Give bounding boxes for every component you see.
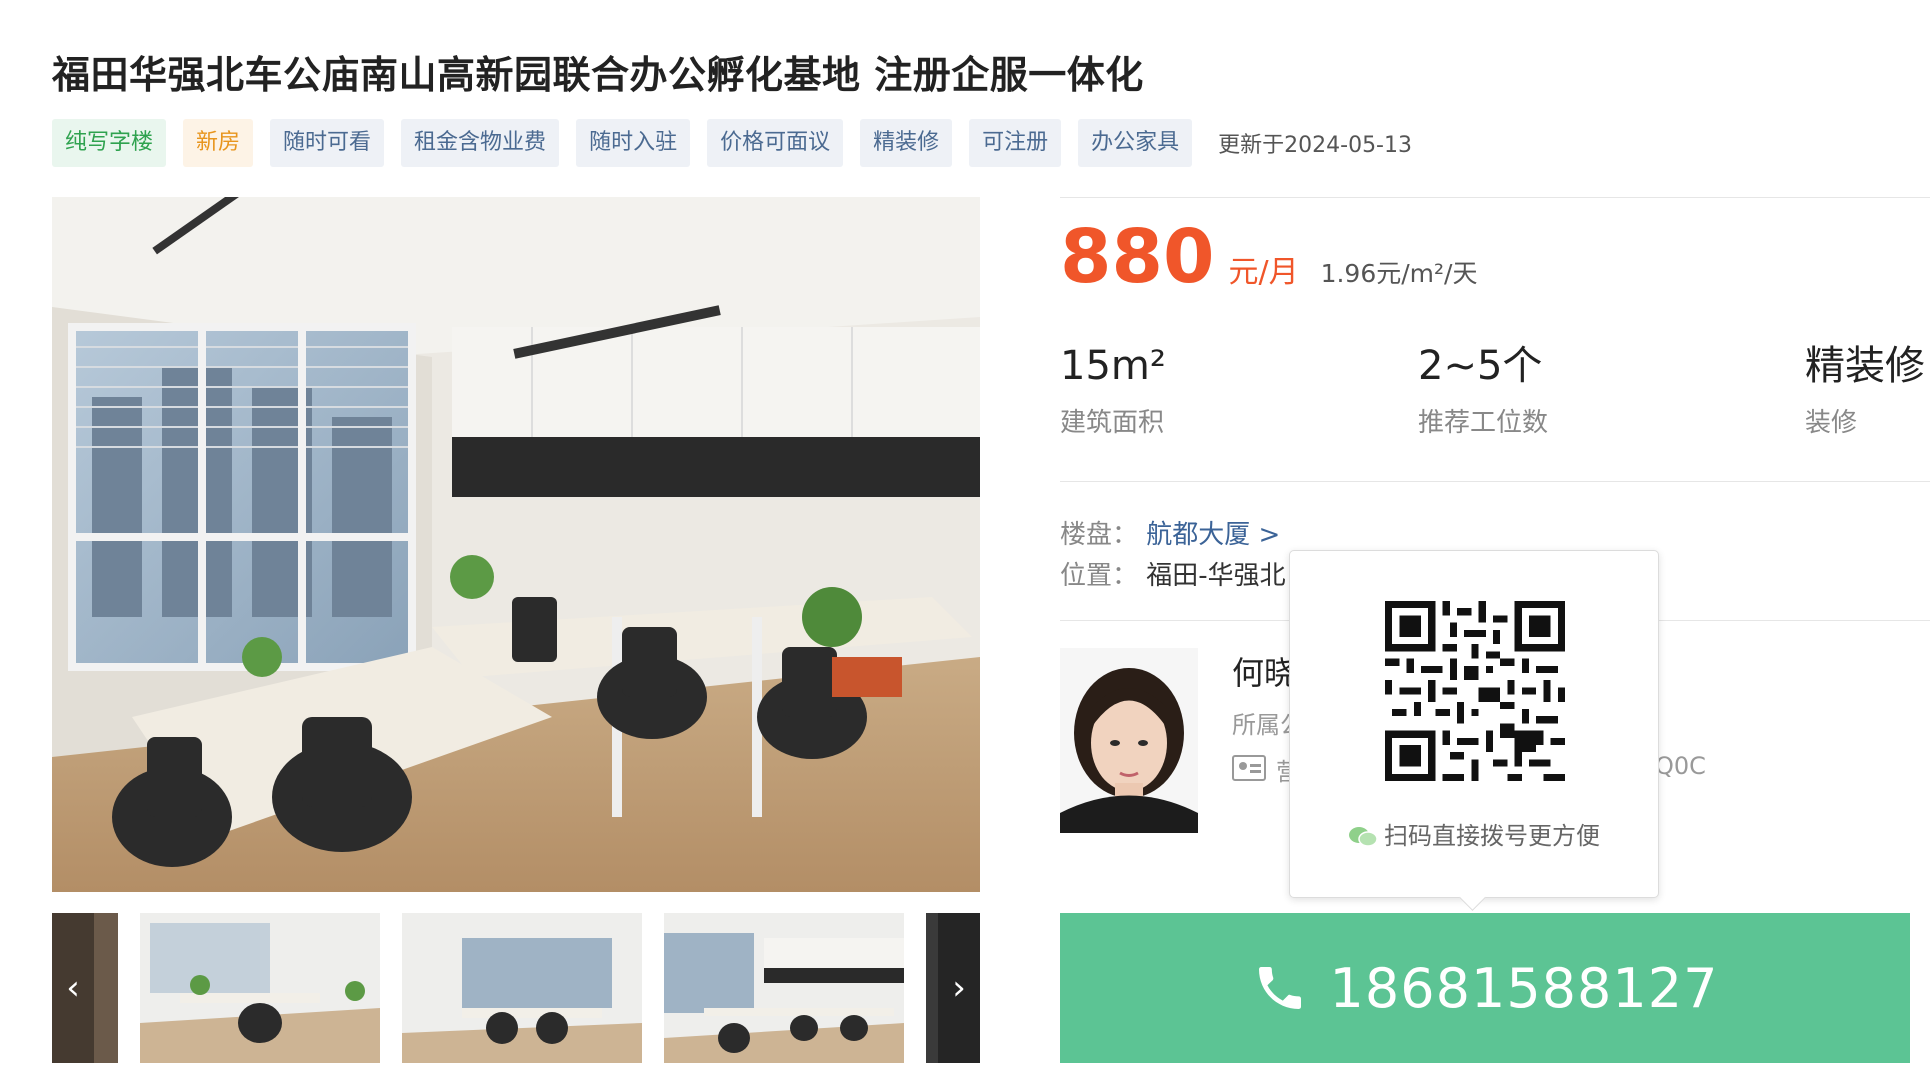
agent-name: 何晓 xyxy=(1232,654,1297,692)
building-key: 楼盘： xyxy=(1060,520,1139,550)
phone-number: 18681588127 xyxy=(1329,956,1719,1020)
building-link[interactable]: 航都大厦 > xyxy=(1146,520,1280,550)
spec-decoration: 精装修 装修 xyxy=(1805,340,1925,439)
tag-list: 纯写字楼 新房 随时可看 租金含物业费 随时入驻 价格可面议 精装修 可注册 办… xyxy=(52,119,1412,167)
tag-item: 可注册 xyxy=(969,119,1062,167)
qr-code-icon xyxy=(1385,601,1565,781)
spec-workstations: 2~5个 推荐工位数 xyxy=(1418,340,1548,439)
gallery-next-button[interactable]: › xyxy=(938,913,980,1063)
agent-license-suffix: Q0C xyxy=(1655,752,1706,780)
thumbnail[interactable] xyxy=(140,913,380,1063)
spec-label: 装修 xyxy=(1805,408,1858,438)
chevron-left-icon: ‹ xyxy=(66,968,80,1008)
tag-item: 办公家具 xyxy=(1078,119,1193,167)
qr-caption: 扫码直接拨号更方便 xyxy=(1290,816,1658,851)
license-icon xyxy=(1232,755,1266,781)
spec-label: 建筑面积 xyxy=(1060,408,1165,438)
spec-area: 15m² 建筑面积 xyxy=(1060,340,1166,439)
divider xyxy=(1060,481,1930,482)
thumbnail[interactable] xyxy=(402,913,642,1063)
spec-value: 2~5个 xyxy=(1418,343,1543,389)
qr-popup: 扫码直接拨号更方便 xyxy=(1289,550,1659,911)
listing-page: 福田华强北车公庙南山高新园联合办公孵化基地 注册企服一体化 纯写字楼 新房 随时… xyxy=(0,0,1930,1078)
spec-label: 推荐工位数 xyxy=(1418,408,1549,438)
popup-pointer xyxy=(1459,884,1486,911)
phone-icon xyxy=(1258,967,1301,1009)
tag-item: 随时可看 xyxy=(270,119,385,167)
thumbnail-image xyxy=(402,913,642,1063)
agent-avatar xyxy=(1060,648,1198,833)
tag-item: 价格可面议 xyxy=(707,119,844,167)
spec-value: 精装修 xyxy=(1805,343,1925,389)
building-row: 楼盘： 航都大厦 > xyxy=(1060,514,1280,551)
price-value: 880 xyxy=(1060,214,1215,300)
tag-item: 随时入驻 xyxy=(576,119,691,167)
chevron-right-icon: › xyxy=(952,968,966,1008)
page-title: 福田华强北车公庙南山高新园联合办公孵化基地 注册企服一体化 xyxy=(52,53,1144,97)
price-row: 880 元/月 1.96元/m²/天 xyxy=(1060,220,1477,294)
main-photo[interactable] xyxy=(52,197,980,892)
gallery-prev-button[interactable]: ‹ xyxy=(52,913,94,1063)
divider xyxy=(1060,197,1930,198)
price-unit: 元/月 xyxy=(1228,255,1299,290)
thumbnail-image xyxy=(664,913,904,1063)
location-value: 福田-华强北 xyxy=(1146,561,1286,591)
location-key: 位置： xyxy=(1060,561,1139,591)
office-photo xyxy=(52,197,980,892)
tag-item: 新房 xyxy=(183,119,254,167)
update-date: 更新于2024-05-13 xyxy=(1218,133,1412,158)
wechat-icon xyxy=(1349,827,1378,847)
agent-portrait xyxy=(1060,648,1198,833)
price-per-area: 1.96元/m²/天 xyxy=(1320,259,1478,288)
tag-item: 精装修 xyxy=(860,119,953,167)
spec-value: 15m² xyxy=(1060,343,1166,389)
thumbnail-strip: ‹ › xyxy=(52,913,980,1063)
location-row: 位置： 福田-华强北 xyxy=(1060,555,1286,592)
thumbnail[interactable] xyxy=(664,913,904,1063)
thumbnail-image xyxy=(140,913,380,1063)
call-phone-button[interactable]: 18681588127 xyxy=(1060,913,1910,1063)
qr-caption-text: 扫码直接拨号更方便 xyxy=(1384,822,1600,850)
tag-item: 纯写字楼 xyxy=(52,119,167,167)
tag-item: 租金含物业费 xyxy=(401,119,560,167)
